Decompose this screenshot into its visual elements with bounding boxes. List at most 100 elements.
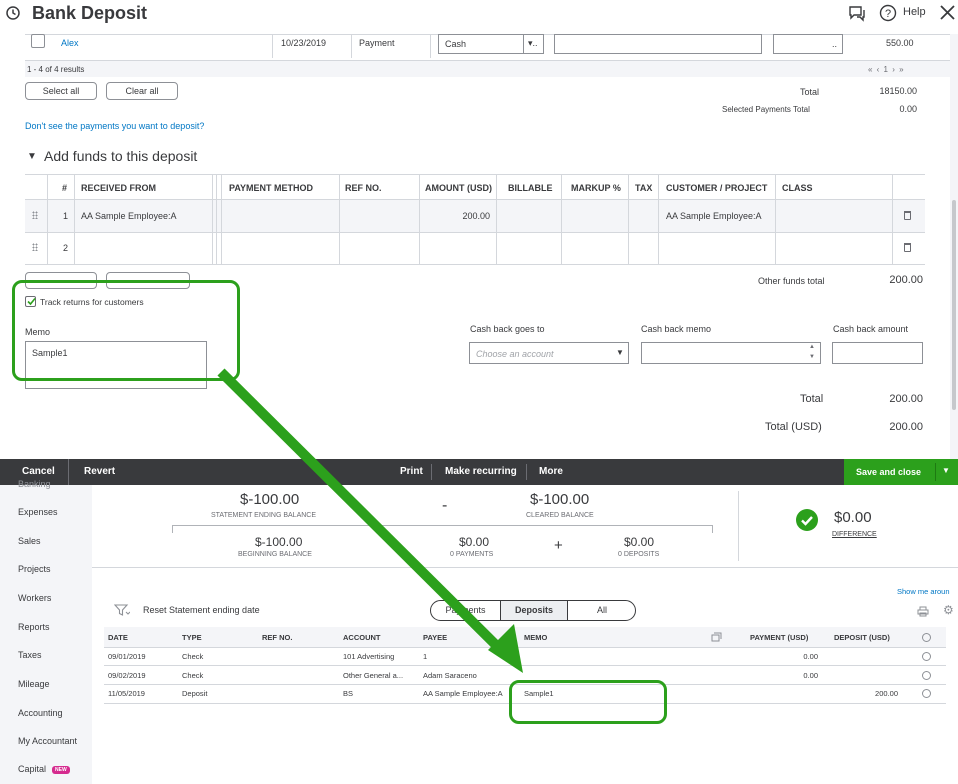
print-icon[interactable] — [917, 606, 929, 617]
sidebar-item-projects[interactable]: Projects — [18, 564, 51, 574]
filter-icon[interactable] — [114, 604, 130, 616]
payment-ref-input[interactable]: .. — [773, 34, 843, 54]
history-icon[interactable] — [5, 5, 21, 21]
col-divider — [272, 34, 273, 58]
divider — [104, 647, 946, 648]
drag-handle-icon[interactable] — [32, 243, 38, 251]
more-button[interactable]: More — [539, 466, 563, 477]
copy-columns-icon[interactable] — [711, 632, 722, 642]
resize-down-icon: ▼ — [809, 354, 815, 360]
sidebar-item-workers[interactable]: Workers — [18, 593, 51, 603]
row-date: 11/05/2019 — [108, 689, 145, 698]
payment-method-select[interactable]: Cash ▾.. — [438, 34, 544, 54]
row-received-from[interactable]: AA Sample Employee:A — [81, 211, 177, 221]
revert-button[interactable]: Revert — [84, 466, 115, 477]
col-divider — [351, 34, 352, 58]
tab-deposits[interactable]: Deposits — [500, 601, 568, 620]
divider — [738, 491, 739, 561]
sidebar-item-accounting[interactable]: Accounting — [18, 708, 63, 718]
row-select-radio[interactable] — [922, 689, 931, 698]
annotation-highlight-memo — [12, 280, 240, 381]
clear-all-button[interactable]: Clear all — [106, 82, 178, 100]
print-button[interactable]: Print — [400, 466, 423, 477]
reset-statement-link[interactable]: Reset Statement ending date — [143, 605, 260, 615]
col-divider — [221, 174, 222, 265]
sidebar-item-mileage[interactable]: Mileage — [18, 679, 50, 689]
deposits-count-label: 0 DEPOSITS — [618, 551, 660, 558]
difference-value: $0.00 — [834, 509, 872, 526]
cancel-button[interactable]: Cancel — [22, 466, 55, 477]
delete-row-icon[interactable] — [904, 243, 911, 252]
drag-handle-icon[interactable] — [32, 211, 38, 219]
feedback-icon[interactable] — [848, 5, 866, 22]
cleared-balance-label: CLEARED BALANCE — [526, 512, 594, 519]
collapse-caret-icon[interactable]: ▼ — [27, 151, 37, 162]
row-select-radio[interactable] — [922, 652, 931, 661]
col-header-date[interactable]: DATE — [108, 633, 128, 642]
payment-row-checkbox[interactable] — [31, 34, 45, 48]
select-all-button[interactable]: Select all — [25, 82, 97, 100]
total-label: Total — [800, 87, 820, 97]
payments-count-label: 0 PAYMENTS — [450, 551, 494, 558]
col-header-deposit[interactable]: DEPOSIT (USD) — [834, 633, 890, 642]
divider — [25, 174, 925, 175]
sidebar-item-my-accountant[interactable]: My Accountant — [18, 736, 77, 746]
col-header-customer-project: CUSTOMER / PROJECT — [666, 183, 768, 193]
divider — [935, 463, 936, 481]
row-amount[interactable]: 200.00 — [440, 211, 490, 221]
col-header-payment[interactable]: PAYMENT (USD) — [750, 633, 808, 642]
scrollbar-thumb[interactable] — [952, 200, 956, 410]
pagination-nav[interactable]: « ‹ 1 › » — [868, 65, 904, 74]
sidebar-item-capital[interactable]: Capital — [18, 764, 46, 774]
row-number: 1 — [63, 211, 69, 221]
sidebar-item-expenses[interactable]: Expenses — [18, 507, 58, 517]
col-divider — [419, 174, 420, 265]
sidebar-item-reports[interactable]: Reports — [18, 622, 50, 632]
tab-all[interactable]: All — [568, 605, 635, 615]
cash-back-amount-input[interactable] — [832, 342, 923, 364]
reconcile-tab-group: Payments Deposits All — [430, 600, 636, 621]
beginning-balance: $-100.00 — [255, 535, 303, 549]
col-divider — [892, 174, 893, 265]
col-header-memo[interactable]: MEMO — [524, 633, 547, 642]
total-usd-label: Total (USD) — [765, 421, 822, 433]
show-more-link[interactable]: Show me aroun — [897, 587, 950, 596]
row-customer-project[interactable]: AA Sample Employee:A — [666, 211, 762, 221]
sidebar-item-banking[interactable]: Banking — [18, 479, 51, 489]
difference-label[interactable]: DIFFERENCE — [832, 531, 877, 538]
other-funds-value: 200.00 — [889, 274, 923, 286]
cash-back-account-select[interactable]: Choose an account ▼ — [469, 342, 629, 364]
col-header-payee[interactable]: PAYEE — [423, 633, 447, 642]
minus-sign: - — [442, 497, 448, 514]
annotation-arrow — [217, 368, 523, 673]
row-type: Check — [182, 652, 204, 661]
sidebar-item-taxes[interactable]: Taxes — [18, 650, 42, 660]
close-icon[interactable] — [939, 4, 956, 21]
statement-ending-label: STATEMENT ENDING BALANCE — [211, 512, 317, 519]
svg-text:?: ? — [885, 8, 891, 20]
tab-payments[interactable]: Payments — [431, 605, 500, 615]
row-select-radio[interactable] — [922, 671, 931, 680]
make-recurring-button[interactable]: Make recurring — [445, 466, 517, 477]
missing-payments-link[interactable]: Don't see the payments you want to depos… — [25, 121, 204, 131]
help-label[interactable]: Help — [903, 6, 926, 18]
delete-row-icon[interactable] — [904, 211, 911, 220]
col-header-ref[interactable]: REF NO. — [262, 633, 292, 642]
col-header-account[interactable]: ACCOUNT — [343, 633, 381, 642]
cash-back-memo-input[interactable]: ▲ ▼ — [641, 342, 821, 364]
payment-memo-input[interactable] — [554, 34, 762, 54]
payment-amount: 550.00 — [886, 38, 914, 48]
select-all-radio[interactable] — [922, 633, 931, 642]
row-number: 2 — [63, 243, 69, 253]
chevron-down-icon[interactable]: ▼ — [942, 466, 950, 475]
settings-gear-icon[interactable]: ⚙ — [943, 603, 954, 617]
sidebar-item-sales[interactable]: Sales — [18, 536, 41, 546]
payment-name-link[interactable]: Alex — [61, 38, 79, 48]
col-header-type[interactable]: TYPE — [182, 633, 202, 642]
divider — [25, 264, 925, 265]
help-icon[interactable]: ? — [879, 4, 897, 22]
save-and-close-button[interactable]: Save and close ▼ — [844, 459, 958, 485]
col-header-billable: BILLABLE — [508, 183, 553, 193]
col-header-class: CLASS — [782, 183, 813, 193]
page-header: Bank Deposit ? Help — [0, 0, 958, 34]
